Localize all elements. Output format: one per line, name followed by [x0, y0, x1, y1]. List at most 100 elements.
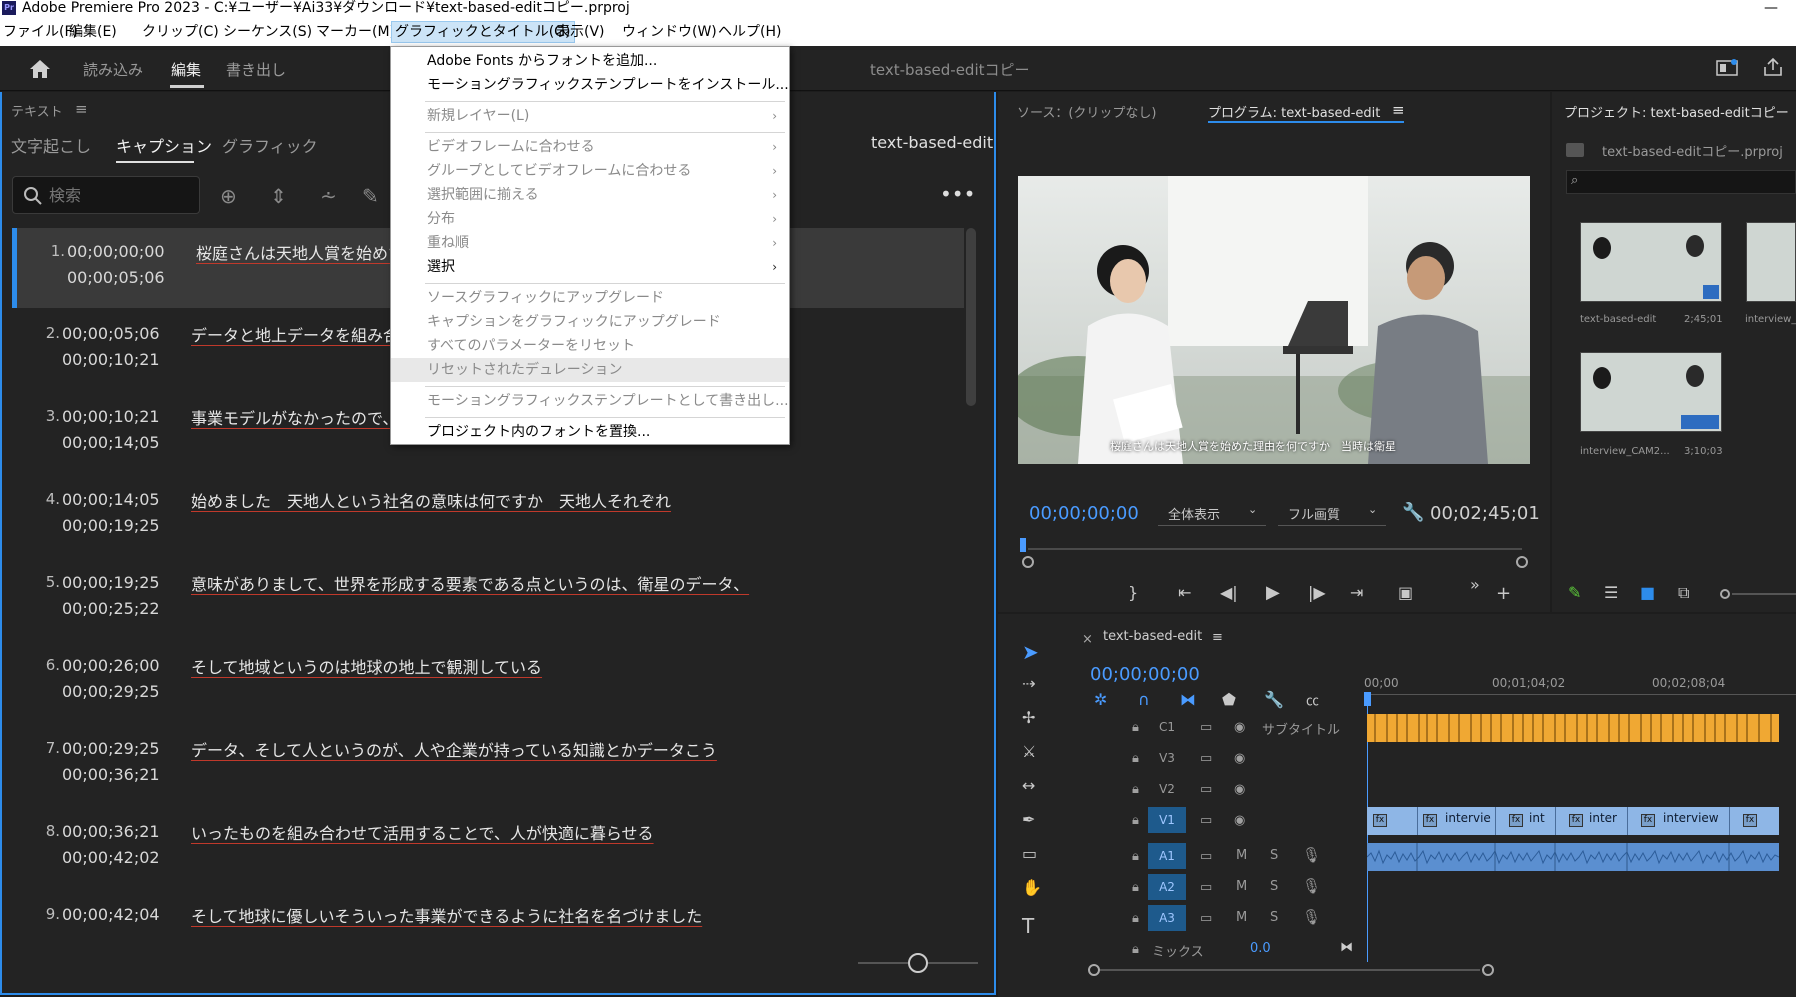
workspace-panel-icon[interactable]	[1716, 59, 1738, 77]
solo-button[interactable]: S	[1270, 910, 1278, 925]
program-current-timecode[interactable]: 00;00;00;00	[1029, 503, 1139, 524]
tab-captions[interactable]: キャプション	[116, 133, 212, 157]
microphone-icon[interactable]: 🎙︎	[1302, 877, 1321, 895]
track-id[interactable]: C1	[1148, 714, 1186, 740]
caption-text[interactable]: そして地球に優しいそういった事業ができるように社名を名づけました	[191, 903, 702, 927]
rectangle-tool-icon[interactable]: ▭	[1022, 844, 1037, 863]
menu-arrange[interactable]: 重ね順 ›	[391, 231, 789, 255]
more-options-icon[interactable]: •••	[940, 182, 975, 206]
icon-view-icon[interactable]: ■	[1640, 583, 1655, 602]
razor-tool-icon[interactable]: ⚔	[1022, 742, 1036, 761]
caption-text[interactable]: 意味がありまして、世界を形成する要素である点というのは、衛星のデータ、	[191, 571, 749, 595]
menu-replace-fonts[interactable]: プロジェクト内のフォントを置換...	[391, 420, 789, 444]
source-monitor-tab[interactable]: ソース：(クリップなし)	[1017, 102, 1157, 121]
lock-icon[interactable]: 🔒︎	[1132, 813, 1139, 828]
menu-fit-group-video-frame[interactable]: グループとしてビデオフレームに合わせる ›	[391, 159, 789, 183]
caption-row[interactable]: 7. 00;00;29;25 00;00;36;21 データ、そして人というのが…	[12, 725, 964, 805]
solo-button[interactable]: S	[1270, 848, 1278, 863]
toggle-output-icon[interactable]: ▭	[1200, 813, 1212, 828]
export-frame-icon[interactable]: ▣	[1398, 583, 1413, 602]
caption-row[interactable]: 8. 00;00;36;21 00;00;42;02 いったものを組み合わせて活…	[12, 808, 964, 888]
caption-text[interactable]: 始めました 天地人という社名の意味は何ですか 天地人それぞれ	[191, 488, 671, 512]
step-forward-icon[interactable]: |▶	[1308, 583, 1326, 602]
menu-upgrade-source-graphic[interactable]: ソースグラフィックにアップグレード	[391, 286, 789, 310]
program-monitor-tab[interactable]: プログラム: text-based-edit	[1208, 102, 1380, 121]
caption-track-clips[interactable]	[1367, 714, 1779, 742]
split-caption-icon[interactable]: ⩪	[320, 184, 337, 208]
timeline-scroll-left-handle[interactable]	[1088, 964, 1100, 976]
snap-magnet-icon[interactable]: ∩	[1138, 690, 1150, 709]
track-id[interactable]: V2	[1148, 776, 1186, 802]
scrub-zoom-left-handle[interactable]	[1022, 556, 1034, 568]
mix-value[interactable]: 0.0	[1250, 941, 1271, 956]
menu-install-mogrt[interactable]: モーショングラフィックステンプレートをインストール...	[391, 73, 789, 97]
microphone-icon[interactable]: 🎙︎	[1302, 908, 1321, 926]
type-tool-icon[interactable]: T	[1022, 914, 1034, 938]
toggle-output-icon[interactable]: ▭	[1200, 720, 1212, 735]
program-playhead[interactable]	[1020, 538, 1026, 552]
solo-button[interactable]: S	[1270, 879, 1278, 894]
timeline-current-timecode[interactable]: 00;00;00;00	[1090, 664, 1200, 685]
menu-edit[interactable]: 編集(E)	[66, 22, 120, 42]
lock-icon[interactable]: 🔒︎	[1132, 849, 1139, 864]
add-caption-icon[interactable]: ⊕	[220, 184, 237, 208]
lock-icon[interactable]: 🔒︎	[1132, 751, 1139, 766]
pencil-icon[interactable]: ✎	[1568, 583, 1581, 602]
quality-select[interactable]: フル画質 ⌄	[1278, 500, 1386, 526]
a1-track-clips[interactable]	[1367, 843, 1779, 871]
menu-new-layer[interactable]: 新規レイヤー(L) ›	[391, 104, 789, 128]
menu-clip[interactable]: クリップ(C)	[139, 22, 222, 42]
menu-upgrade-caption-graphic[interactable]: キャプションをグラフィックにアップグレード	[391, 310, 789, 334]
menu-graphics-and-titles[interactable]: グラフィックとタイトル(G)	[391, 21, 575, 43]
menu-marker[interactable]: マーカー(M)	[313, 22, 398, 42]
tab-edit[interactable]: 編集	[171, 59, 201, 80]
lock-icon[interactable]: 🔒︎	[1132, 911, 1139, 926]
menu-add-adobe-fonts[interactable]: Adobe Fonts からフォントを追加...	[391, 49, 789, 73]
panel-menu-icon[interactable]: ≡	[75, 100, 88, 118]
more-controls-icon[interactable]: »	[1470, 575, 1480, 594]
eye-icon[interactable]: ◉	[1234, 782, 1245, 797]
go-to-out-icon[interactable]: ⇥	[1350, 583, 1363, 602]
caption-row[interactable]: 6. 00;00;26;00 00;00;29;25 そして地域というのは地球の…	[12, 642, 964, 722]
hand-tool-icon[interactable]: ✋	[1022, 878, 1042, 897]
track-id[interactable]: V3	[1148, 745, 1186, 771]
nest-toggle-icon[interactable]: ✲	[1094, 690, 1107, 709]
linked-selection-icon[interactable]: ⧓	[1180, 690, 1196, 709]
timeline-ruler[interactable]	[1364, 694, 1796, 695]
lock-icon[interactable]: 🔒︎	[1132, 880, 1139, 895]
timeline-scrollbar[interactable]	[1100, 969, 1480, 971]
timeline-settings-wrench-icon[interactable]: 🔧	[1264, 690, 1284, 709]
eye-icon[interactable]: ◉	[1234, 813, 1245, 828]
project-thumbnail[interactable]	[1580, 352, 1722, 432]
tab-transcript[interactable]: 文字起こし	[11, 133, 91, 157]
caption-text[interactable]: データと地上データを組み合わ	[191, 322, 415, 346]
mix-end-icon[interactable]: ⧓	[1340, 940, 1353, 955]
play-icon[interactable]: ▶	[1266, 582, 1280, 603]
caption-text[interactable]: 桜庭さんは天地人賞を始めた	[196, 240, 404, 264]
tab-graphics[interactable]: グラフィック	[222, 133, 318, 157]
menu-align-selection[interactable]: 選択範囲に揃える ›	[391, 183, 789, 207]
close-sequence-icon[interactable]: ×	[1082, 632, 1093, 647]
tab-export[interactable]: 書き出し	[226, 59, 286, 80]
slip-tool-icon[interactable]: ↔	[1022, 776, 1035, 795]
eye-icon[interactable]: ◉	[1234, 751, 1245, 766]
project-panel-title[interactable]: プロジェクト: text-based-editコピー	[1564, 102, 1789, 121]
lock-icon[interactable]: 🔒︎	[1132, 782, 1139, 797]
mute-button[interactable]: M	[1236, 879, 1247, 894]
toggle-output-icon[interactable]: ▭	[1200, 751, 1212, 766]
selection-tool-icon[interactable]: ➤	[1022, 640, 1039, 664]
toggle-sync-lock-icon[interactable]: ▭	[1200, 911, 1212, 926]
sequence-tab[interactable]: text-based-edit	[1103, 629, 1202, 644]
caption-row[interactable]: 4. 00;00;14;05 00;00;19;25 始めました 天地人という社…	[12, 476, 964, 556]
caption-row[interactable]: 9. 00;00;42;04 そして地球に優しいそういった事業ができるように社名…	[12, 891, 964, 938]
step-back-icon[interactable]: ◀|	[1220, 583, 1238, 602]
microphone-icon[interactable]: 🎙︎	[1302, 846, 1321, 864]
toggle-sync-lock-icon[interactable]: ▭	[1200, 849, 1212, 864]
menu-distribute[interactable]: 分布 ›	[391, 207, 789, 231]
lock-icon[interactable]: 🔒︎	[1132, 942, 1139, 957]
track-select-tool-icon[interactable]: ⇢	[1022, 674, 1035, 693]
search-input[interactable]	[49, 184, 189, 206]
home-icon[interactable]	[28, 59, 52, 79]
button-editor-plus-icon[interactable]: +	[1496, 583, 1511, 604]
edit-pencil-icon[interactable]: ✎	[362, 184, 379, 208]
